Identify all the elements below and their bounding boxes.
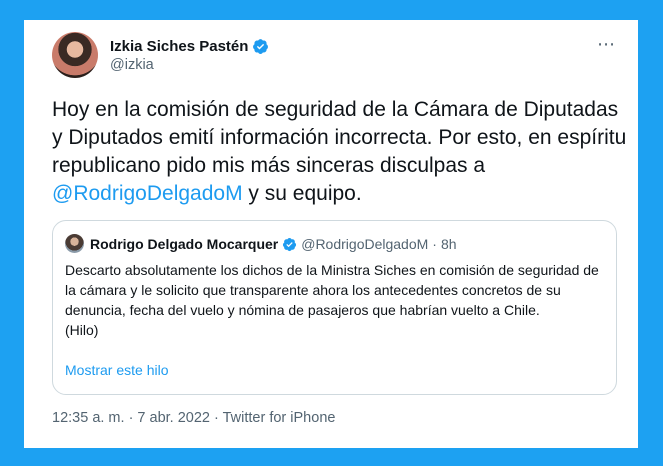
author-name-row: Izkia Siches Pastén <box>110 36 269 56</box>
quoted-text-thread-note: (Hilo) <box>65 322 99 338</box>
quoted-verified-badge-icon <box>283 237 297 251</box>
tweet-card: Izkia Siches Pastén @izkia ⋯ Hoy en la c… <box>24 20 638 448</box>
author-handle[interactable]: @izkia <box>110 57 154 73</box>
tweet-text-end: y su equipo. <box>242 182 362 205</box>
tweet-metadata[interactable]: 12:35 a. m. · 7 abr. 2022 · Twitter for … <box>52 410 335 426</box>
quoted-tweet-header: Rodrigo Delgado Mocarquer @RodrigoDelgad… <box>90 234 457 254</box>
quoted-text-body: Descarto absolutamente los dichos de la … <box>65 262 599 318</box>
verified-badge-icon <box>253 38 269 54</box>
more-options-icon[interactable]: ⋯ <box>597 34 616 55</box>
tweet-text: Hoy en la comisión de seguridad de la Cá… <box>52 96 632 208</box>
quoted-tweet-text: Descarto absolutamente los dichos de la … <box>65 260 605 340</box>
quoted-author-name[interactable]: Rodrigo Delgado Mocarquer <box>90 236 278 252</box>
quoted-separator: · <box>432 236 437 252</box>
quoted-timestamp[interactable]: 8h <box>441 236 457 252</box>
show-thread-link[interactable]: Mostrar este hilo <box>65 362 168 378</box>
author-display-name[interactable]: Izkia Siches Pastén <box>110 38 248 55</box>
quoted-tweet[interactable]: Rodrigo Delgado Mocarquer @RodrigoDelgad… <box>52 220 617 395</box>
tweet-text-body: Hoy en la comisión de seguridad de la Cá… <box>52 98 627 177</box>
quoted-author-avatar[interactable] <box>65 234 84 253</box>
quoted-author-handle[interactable]: @RodrigoDelgadoM <box>301 236 428 252</box>
mention-link[interactable]: @RodrigoDelgadoM <box>52 182 243 205</box>
author-avatar[interactable] <box>52 32 98 78</box>
